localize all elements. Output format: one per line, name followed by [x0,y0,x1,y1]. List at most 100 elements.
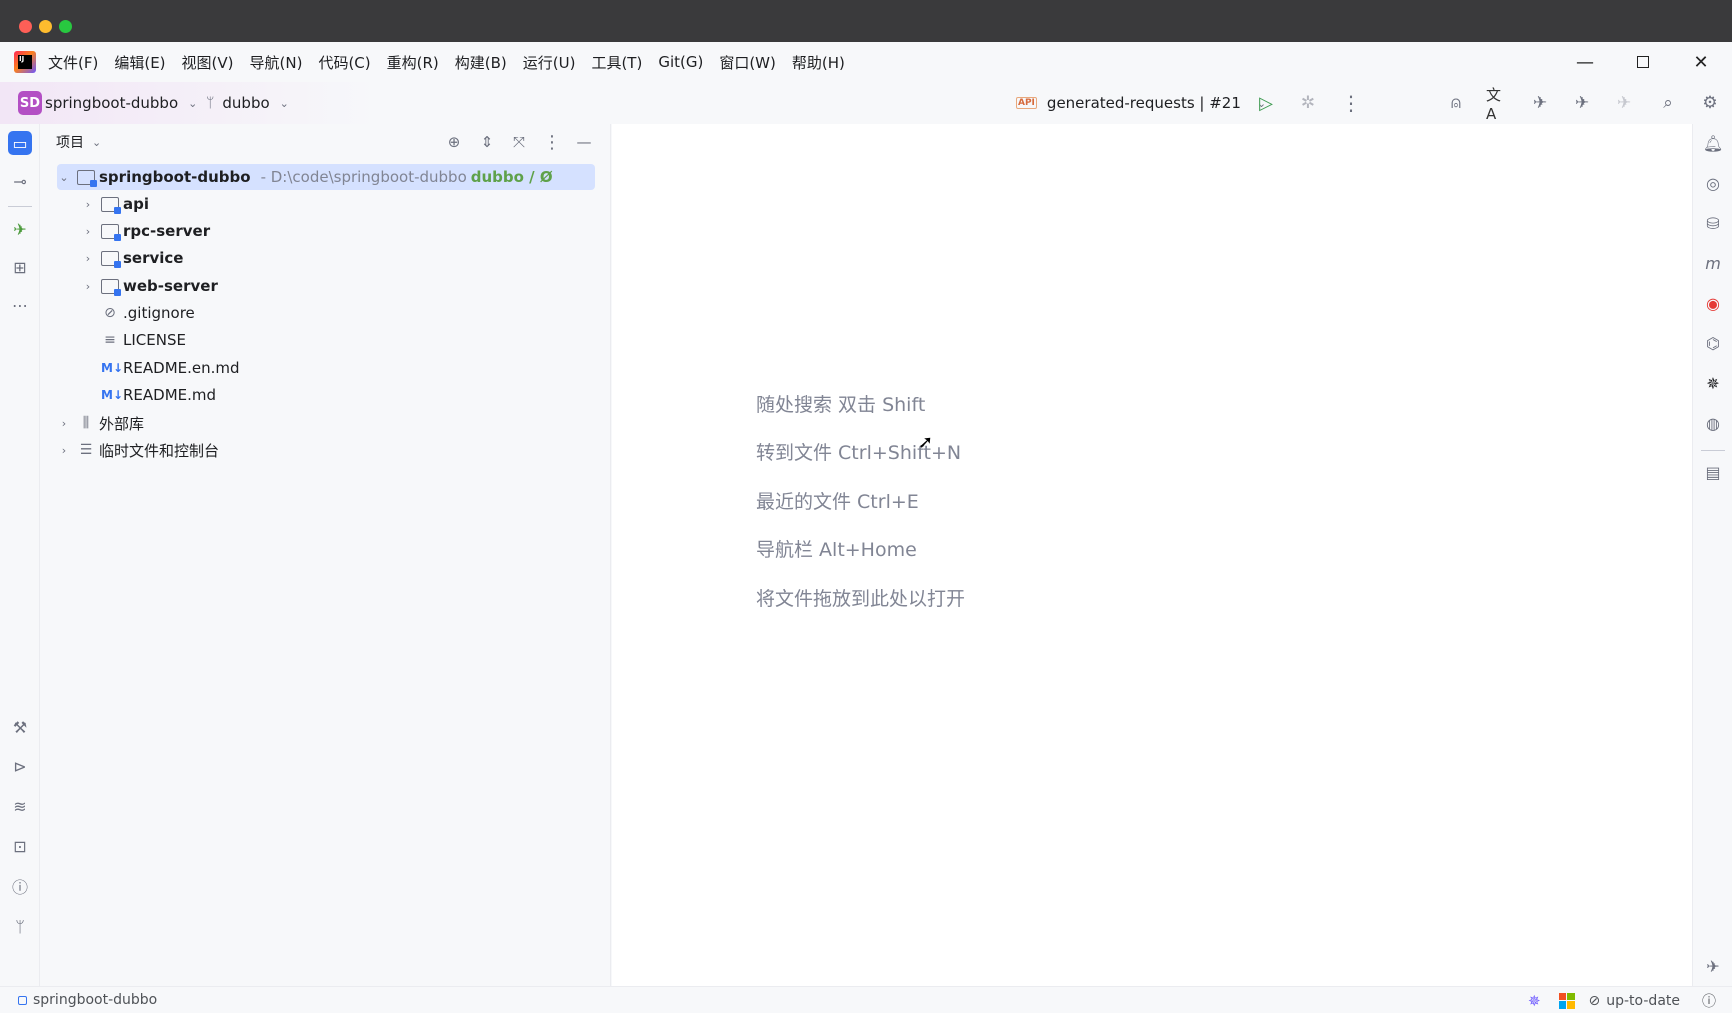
module-name: service [123,249,184,267]
panel-title[interactable]: 项目 [56,132,84,152]
translate-icon[interactable]: 文A [1486,86,1510,123]
more-tools-icon[interactable]: ⋯ [8,293,32,317]
maximize-button[interactable] [1615,42,1671,82]
tree-row-readme-en[interactable]: M↓ README.en.md [95,355,240,381]
chevron-right-icon[interactable]: › [81,198,95,211]
root-project-path: - D:\code\springboot-dubbo [260,168,467,186]
module-name: rpc-server [123,222,211,240]
menu-help[interactable]: 帮助(H) [792,52,845,73]
run-configuration-selector[interactable]: API generated-requests | #21 ⌄ [1016,90,1266,116]
strip-divider [1701,450,1725,451]
menu-git[interactable]: Git(G) [658,53,703,71]
settings-gear-icon[interactable]: ⚙ [1698,91,1722,115]
project-panel-header: 项目 ⌄ ⊕ ⇕ ⤧ ⋮ — [41,124,611,160]
more-actions-icon[interactable]: ⋮ [1339,91,1363,115]
tree-root-row[interactable]: ⌄ springboot-dubbo - D:\code\springboot-… [57,164,595,190]
services-run-icon[interactable]: ⊳ [8,754,32,778]
text-editor-icon[interactable]: ▤ [1701,460,1725,484]
tree-row-rpc-server[interactable]: › rpc-server [81,218,210,244]
chevron-right-icon[interactable]: › [81,252,95,265]
module-folder-icon [101,278,121,296]
menu-refactor[interactable]: 重构(R) [387,52,439,73]
commit-icon[interactable]: ⊸ [8,169,32,193]
plugin-status-icon[interactable]: ✵ [1528,992,1541,1010]
menu-run[interactable]: 运行(U) [523,52,576,73]
run-icon[interactable]: ▷ [1254,91,1278,115]
project-widget[interactable]: SD springboot-dubbo ⌄ [18,90,197,116]
debug-icon[interactable]: ✲ [1296,91,1320,115]
build-hammer-icon[interactable]: ⚒ [8,715,32,739]
terminal-icon[interactable]: ⊡ [8,834,32,858]
menu-tools[interactable]: 工具(T) [591,52,642,73]
tree-row-license[interactable]: ≡ LICENSE [95,327,186,353]
status-project-breadcrumb[interactable]: springboot-dubbo [18,992,157,1008]
menu-navigate[interactable]: 导航(N) [250,52,303,73]
info-icon[interactable]: ⓘ [1702,991,1716,1011]
jrebel-icon[interactable]: ✈ [8,217,32,241]
layers-icon[interactable]: ≋ [8,794,32,818]
status-text[interactable]: up-to-date [1606,993,1680,1009]
status-project-name: springboot-dubbo [33,992,158,1008]
send-plane-settings-icon[interactable]: ✈ [1570,91,1594,115]
send-plane-icon[interactable]: ✈ [1528,91,1552,115]
plugin-tool-icon[interactable]: ✵ [1701,371,1725,395]
git-icon[interactable]: ᛘ [8,914,32,938]
menu-view[interactable]: 视图(V) [182,52,234,73]
menu-file[interactable]: 文件(F) [48,52,98,73]
options-icon[interactable]: ⋮ [540,130,564,154]
minimize-button[interactable]: — [1557,42,1613,82]
intellij-logo-icon[interactable]: IJ [14,51,36,73]
search-icon[interactable]: ⌕ [1656,91,1680,115]
locate-file-icon[interactable]: ⊕ [442,130,466,154]
editor-empty-area[interactable]: 随处搜索 双击 Shift 转到文件 Ctrl+Shift+N 最近的文件 Ct… [612,124,1692,986]
add-user-icon[interactable]: ⍝ [1444,91,1468,115]
chevron-right-icon[interactable]: › [81,280,95,293]
web-globe-icon[interactable]: ◍ [1701,411,1725,435]
database-icon[interactable]: ⛁ [1701,211,1725,235]
chevron-down-icon[interactable]: ⌄ [57,171,71,184]
python-console-icon[interactable]: ⌬ [1701,331,1725,355]
hint-recent-files: 最近的文件 Ctrl+E [756,491,919,513]
maven-icon[interactable]: m [1701,251,1725,275]
codota-icon[interactable]: ◉ [1701,291,1725,315]
mouse-cursor-icon: ➚ [918,432,934,453]
microsoft-logo-icon[interactable] [1558,992,1575,1009]
problems-icon[interactable]: ⓘ [8,874,32,898]
root-vcs-status: dubbo / Ø [470,168,553,186]
tree-row-gitignore[interactable]: ⊘ .gitignore [95,300,195,326]
hide-panel-icon[interactable]: — [572,130,596,154]
tree-row-service[interactable]: › service [81,245,183,271]
structure-icon[interactable]: ⊞ [8,255,32,279]
tree-row-readme[interactable]: M↓ README.md [95,382,216,408]
tree-row-scratches[interactable]: › ☰ 临时文件和控制台 [57,437,219,463]
close-button[interactable]: ✕ [1673,42,1729,82]
scratches-label: 临时文件和控制台 [99,441,220,460]
menu-window[interactable]: 窗口(W) [719,52,776,73]
ai-assistant-icon[interactable]: ◎ [1701,171,1725,195]
tree-row-web-server[interactable]: › web-server [81,273,218,299]
menu-code[interactable]: 代码(C) [318,52,370,73]
collapse-all-icon[interactable]: ⤧ [507,130,531,154]
main-toolbar: SD springboot-dubbo ⌄ ᛘ dubbo ⌄ API gene… [0,82,1732,124]
chevron-right-icon[interactable]: › [57,444,71,457]
tree-row-api[interactable]: › api [81,191,149,217]
close-window-dot[interactable] [19,20,32,33]
vcs-branch-widget[interactable]: ᛘ dubbo ⌄ [206,90,289,116]
jrebel-icon[interactable]: ✈ [1701,954,1725,978]
tree-row-external-libraries[interactable]: › ⫼ 外部库 [57,410,144,436]
branch-name: dubbo [222,94,270,112]
chevron-right-icon[interactable]: › [81,225,95,238]
menu-build[interactable]: 构建(B) [455,52,507,73]
strip-divider [8,206,32,207]
notifications-bell-icon[interactable]: 🔔︎ [1701,131,1725,155]
library-icon: ⫼ [82,415,90,431]
zoom-window-dot[interactable] [59,20,72,33]
menu-edit[interactable]: 编辑(E) [114,52,165,73]
markdown-icon: M↓ [101,361,123,375]
expand-all-icon[interactable]: ⇕ [475,130,499,154]
send-plane-disabled-icon[interactable]: ✈ [1612,91,1636,115]
chevron-down-icon[interactable]: ⌄ [92,136,101,149]
project-folder-icon[interactable]: ▭ [8,131,32,155]
chevron-right-icon[interactable]: › [57,417,71,430]
minimize-window-dot[interactable] [39,20,52,33]
